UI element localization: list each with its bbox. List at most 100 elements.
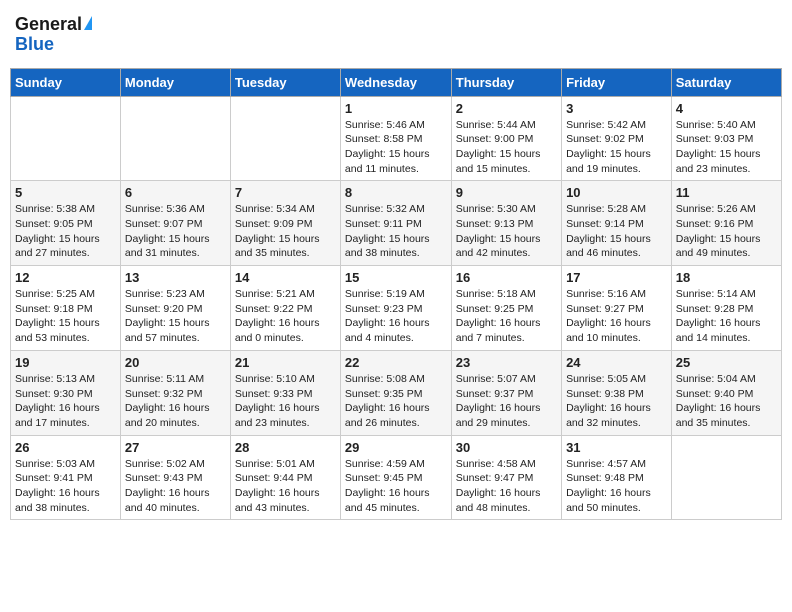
- calendar-day-cell: 24 Sunrise: 5:05 AM Sunset: 9:38 PM Dayli…: [562, 350, 672, 435]
- calendar-day-cell: 13Sunrise: 5:23 AM Sunset: 9:20 PM Dayli…: [120, 266, 230, 351]
- weekday-header-cell: Tuesday: [230, 68, 340, 96]
- logo: General Blue: [15, 15, 92, 55]
- day-info: Sunrise: 5:38 AM Sunset: 9:05 PM Dayligh…: [15, 202, 116, 261]
- calendar-day-cell: 29 Sunrise: 4:59 AM Sunset: 9:45 PM Dayli…: [340, 435, 451, 520]
- day-info: Sunrise: 5:11 AM Sunset: 9:32 PM Dayligh…: [125, 372, 226, 431]
- day-info: Sunrise: 5:02 AM Sunset: 9:43 PM Dayligh…: [125, 457, 226, 516]
- day-number: 20: [125, 355, 226, 370]
- day-info: Sunrise: 4:59 AM Sunset: 9:45 PM Dayligh…: [345, 457, 447, 516]
- calendar-week-row: 26 Sunrise: 5:03 AM Sunset: 9:41 PM Dayli…: [11, 435, 782, 520]
- day-number: 7: [235, 185, 336, 200]
- day-number: 11: [676, 185, 777, 200]
- day-number: 29: [345, 440, 447, 455]
- calendar-day-cell: 28 Sunrise: 5:01 AM Sunset: 9:44 PM Dayli…: [230, 435, 340, 520]
- day-info: Sunrise: 5:16 AM Sunset: 9:27 PM Dayligh…: [566, 287, 667, 346]
- calendar-empty-cell: [671, 435, 781, 520]
- calendar-week-row: 1Sunrise: 5:46 AM Sunset: 8:58 PM Daylig…: [11, 96, 782, 181]
- weekday-header-cell: Saturday: [671, 68, 781, 96]
- day-info: Sunrise: 5:04 AM Sunset: 9:40 PM Dayligh…: [676, 372, 777, 431]
- day-info: Sunrise: 5:03 AM Sunset: 9:41 PM Dayligh…: [15, 457, 116, 516]
- day-number: 16: [456, 270, 557, 285]
- calendar-day-cell: 23 Sunrise: 5:07 AM Sunset: 9:37 PM Dayli…: [451, 350, 561, 435]
- day-info: Sunrise: 5:01 AM Sunset: 9:44 PM Dayligh…: [235, 457, 336, 516]
- day-number: 5: [15, 185, 116, 200]
- day-info: Sunrise: 4:58 AM Sunset: 9:47 PM Dayligh…: [456, 457, 557, 516]
- calendar-day-cell: 27 Sunrise: 5:02 AM Sunset: 9:43 PM Dayli…: [120, 435, 230, 520]
- calendar-day-cell: 15Sunrise: 5:19 AM Sunset: 9:23 PM Dayli…: [340, 266, 451, 351]
- calendar-day-cell: 18 Sunrise: 5:14 AM Sunset: 9:28 PM Dayli…: [671, 266, 781, 351]
- day-info: Sunrise: 5:36 AM Sunset: 9:07 PM Dayligh…: [125, 202, 226, 261]
- calendar-day-cell: 26 Sunrise: 5:03 AM Sunset: 9:41 PM Dayli…: [11, 435, 121, 520]
- day-number: 25: [676, 355, 777, 370]
- calendar-body: 1Sunrise: 5:46 AM Sunset: 8:58 PM Daylig…: [11, 96, 782, 520]
- calendar-week-row: 12 Sunrise: 5:25 AM Sunset: 9:18 PM Dayli…: [11, 266, 782, 351]
- day-info: Sunrise: 5:19 AM Sunset: 9:23 PM Dayligh…: [345, 287, 447, 346]
- day-number: 27: [125, 440, 226, 455]
- day-info: Sunrise: 5:10 AM Sunset: 9:33 PM Dayligh…: [235, 372, 336, 431]
- day-number: 3: [566, 101, 667, 116]
- logo-general-text: General: [15, 15, 82, 35]
- calendar-day-cell: 20 Sunrise: 5:11 AM Sunset: 9:32 PM Dayli…: [120, 350, 230, 435]
- day-info: Sunrise: 5:18 AM Sunset: 9:25 PM Dayligh…: [456, 287, 557, 346]
- day-number: 23: [456, 355, 557, 370]
- day-number: 22: [345, 355, 447, 370]
- logo-icon: [84, 16, 92, 30]
- calendar-table: SundayMondayTuesdayWednesdayThursdayFrid…: [10, 68, 782, 521]
- day-number: 24: [566, 355, 667, 370]
- day-number: 4: [676, 101, 777, 116]
- day-info: Sunrise: 5:34 AM Sunset: 9:09 PM Dayligh…: [235, 202, 336, 261]
- day-info: Sunrise: 5:08 AM Sunset: 9:35 PM Dayligh…: [345, 372, 447, 431]
- calendar-empty-cell: [230, 96, 340, 181]
- calendar-day-cell: 21 Sunrise: 5:10 AM Sunset: 9:33 PM Dayli…: [230, 350, 340, 435]
- calendar-day-cell: 2 Sunrise: 5:44 AM Sunset: 9:00 PM Daylig…: [451, 96, 561, 181]
- day-info: Sunrise: 5:05 AM Sunset: 9:38 PM Dayligh…: [566, 372, 667, 431]
- day-number: 21: [235, 355, 336, 370]
- day-number: 12: [15, 270, 116, 285]
- weekday-header-row: SundayMondayTuesdayWednesdayThursdayFrid…: [11, 68, 782, 96]
- calendar-day-cell: 16 Sunrise: 5:18 AM Sunset: 9:25 PM Dayli…: [451, 266, 561, 351]
- calendar-day-cell: 3 Sunrise: 5:42 AM Sunset: 9:02 PM Daylig…: [562, 96, 672, 181]
- calendar-week-row: 5 Sunrise: 5:38 AM Sunset: 9:05 PM Daylig…: [11, 181, 782, 266]
- day-number: 28: [235, 440, 336, 455]
- calendar-day-cell: 5 Sunrise: 5:38 AM Sunset: 9:05 PM Daylig…: [11, 181, 121, 266]
- calendar-day-cell: 11 Sunrise: 5:26 AM Sunset: 9:16 PM Dayli…: [671, 181, 781, 266]
- calendar-day-cell: 25 Sunrise: 5:04 AM Sunset: 9:40 PM Dayli…: [671, 350, 781, 435]
- day-info: Sunrise: 5:44 AM Sunset: 9:00 PM Dayligh…: [456, 118, 557, 177]
- calendar-day-cell: 30Sunrise: 4:58 AM Sunset: 9:47 PM Dayli…: [451, 435, 561, 520]
- day-info: Sunrise: 5:28 AM Sunset: 9:14 PM Dayligh…: [566, 202, 667, 261]
- day-info: Sunrise: 5:32 AM Sunset: 9:11 PM Dayligh…: [345, 202, 447, 261]
- calendar-day-cell: 17 Sunrise: 5:16 AM Sunset: 9:27 PM Dayli…: [562, 266, 672, 351]
- day-number: 9: [456, 185, 557, 200]
- weekday-header-cell: Friday: [562, 68, 672, 96]
- calendar-day-cell: 6 Sunrise: 5:36 AM Sunset: 9:07 PM Daylig…: [120, 181, 230, 266]
- calendar-day-cell: 10 Sunrise: 5:28 AM Sunset: 9:14 PM Dayli…: [562, 181, 672, 266]
- day-number: 10: [566, 185, 667, 200]
- day-info: Sunrise: 5:07 AM Sunset: 9:37 PM Dayligh…: [456, 372, 557, 431]
- day-info: Sunrise: 5:14 AM Sunset: 9:28 PM Dayligh…: [676, 287, 777, 346]
- calendar-day-cell: 19Sunrise: 5:13 AM Sunset: 9:30 PM Dayli…: [11, 350, 121, 435]
- day-info: Sunrise: 5:26 AM Sunset: 9:16 PM Dayligh…: [676, 202, 777, 261]
- page-header: General Blue: [10, 10, 782, 60]
- weekday-header-cell: Thursday: [451, 68, 561, 96]
- day-number: 1: [345, 101, 447, 116]
- calendar-day-cell: 14Sunrise: 5:21 AM Sunset: 9:22 PM Dayli…: [230, 266, 340, 351]
- weekday-header-cell: Wednesday: [340, 68, 451, 96]
- weekday-header-cell: Sunday: [11, 68, 121, 96]
- weekday-header-cell: Monday: [120, 68, 230, 96]
- day-number: 6: [125, 185, 226, 200]
- calendar-day-cell: 8Sunrise: 5:32 AM Sunset: 9:11 PM Daylig…: [340, 181, 451, 266]
- day-info: Sunrise: 5:40 AM Sunset: 9:03 PM Dayligh…: [676, 118, 777, 177]
- calendar-day-cell: 9Sunrise: 5:30 AM Sunset: 9:13 PM Daylig…: [451, 181, 561, 266]
- day-info: Sunrise: 5:13 AM Sunset: 9:30 PM Dayligh…: [15, 372, 116, 431]
- calendar-day-cell: 31Sunrise: 4:57 AM Sunset: 9:48 PM Dayli…: [562, 435, 672, 520]
- day-number: 17: [566, 270, 667, 285]
- calendar-empty-cell: [11, 96, 121, 181]
- day-number: 2: [456, 101, 557, 116]
- day-info: Sunrise: 5:25 AM Sunset: 9:18 PM Dayligh…: [15, 287, 116, 346]
- day-info: Sunrise: 5:42 AM Sunset: 9:02 PM Dayligh…: [566, 118, 667, 177]
- day-number: 18: [676, 270, 777, 285]
- day-number: 26: [15, 440, 116, 455]
- day-info: Sunrise: 4:57 AM Sunset: 9:48 PM Dayligh…: [566, 457, 667, 516]
- logo-blue-text: Blue: [15, 35, 54, 55]
- calendar-empty-cell: [120, 96, 230, 181]
